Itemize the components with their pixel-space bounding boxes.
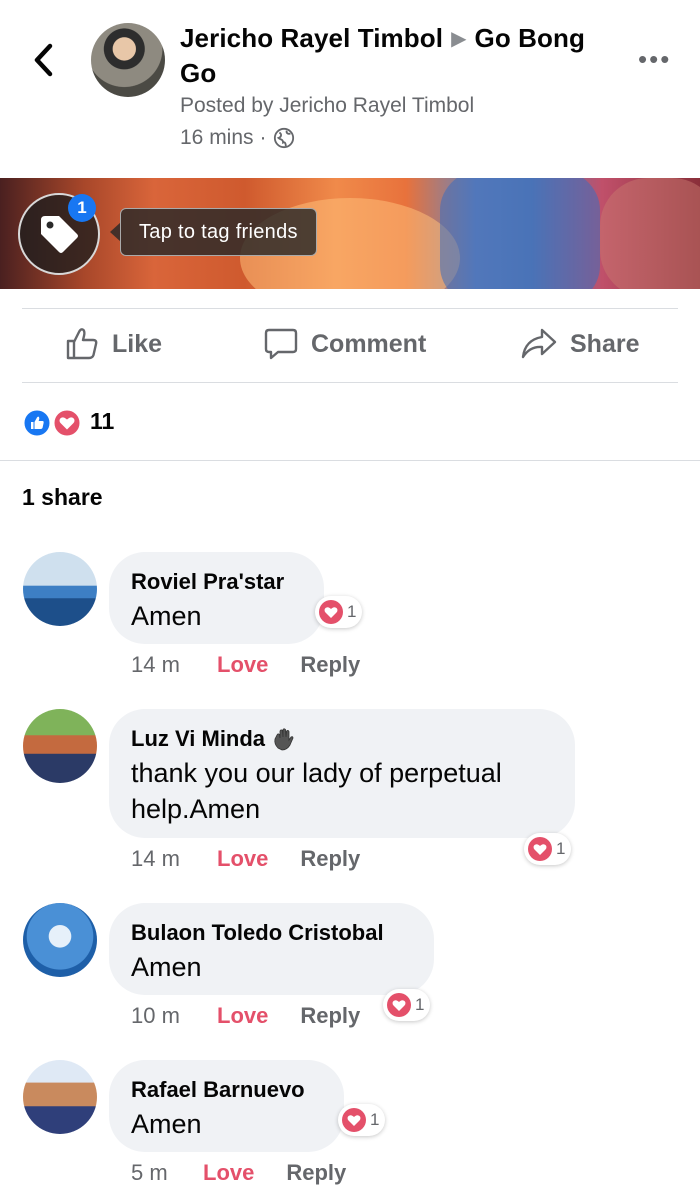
comment-text: Amen — [131, 1109, 202, 1139]
post-image[interactable] — [0, 178, 700, 289]
commenter-name[interactable]: Rafael Barnuevo — [131, 1076, 322, 1104]
comment-reaction[interactable]: 1 — [338, 1104, 386, 1136]
like-label: Like — [112, 329, 163, 358]
tag-count-badge: 1 — [68, 194, 96, 222]
commenter-name[interactable]: Roviel Pra'star — [131, 568, 302, 596]
comment-avatar[interactable] — [23, 1060, 97, 1134]
commenter-name[interactable]: Luz Vi Minda — [131, 725, 553, 753]
love-button[interactable]: Love — [203, 1160, 254, 1186]
comment-bubble[interactable]: Bulaon Toledo Cristobal Amen — [109, 903, 434, 995]
comment-icon — [264, 328, 298, 360]
post-meta: 16 mins · — [180, 126, 295, 150]
love-button[interactable]: Love — [217, 1003, 268, 1029]
share-arrow-icon — [521, 328, 557, 359]
reaction-count[interactable]: 11 — [90, 408, 114, 435]
comment-label: Comment — [311, 329, 427, 358]
comment-actions: 10 m Love Reply — [131, 1003, 360, 1029]
reaction-count: 1 — [556, 839, 566, 858]
reaction-icons[interactable] — [22, 408, 84, 438]
divider — [0, 460, 700, 461]
comment-text: thank you our lady of perpetual help.Ame… — [131, 758, 502, 824]
comment-button[interactable]: Comment — [263, 326, 426, 362]
love-button[interactable]: Love — [217, 652, 268, 678]
reaction-count: 1 — [415, 995, 425, 1014]
comment-time: 14 m — [131, 846, 180, 871]
comment-text: Amen — [131, 952, 202, 982]
commenter-name[interactable]: Bulaon Toledo Cristobal — [131, 919, 412, 947]
share-label: Share — [570, 329, 640, 358]
comment-bubble[interactable]: Roviel Pra'star Amen — [109, 552, 324, 644]
reply-button[interactable]: Reply — [300, 652, 360, 678]
more-options-button[interactable]: ••• — [638, 46, 671, 72]
comment-text: Amen — [131, 601, 202, 631]
comment-actions: 14 m Love Reply — [131, 652, 360, 678]
globe-icon — [273, 127, 294, 149]
comment-avatar[interactable] — [23, 903, 97, 977]
comment-reaction[interactable]: 1 — [524, 833, 572, 865]
waving-hand-icon — [274, 728, 294, 751]
author-name[interactable]: Jericho Rayel Timbol — [180, 23, 443, 53]
reply-button[interactable]: Reply — [286, 1160, 346, 1186]
reaction-count: 1 — [370, 1110, 380, 1129]
comment-avatar[interactable] — [23, 552, 97, 626]
thumbs-up-icon — [66, 328, 98, 360]
separator-dot: · — [259, 126, 267, 149]
commenter-name-text: Luz Vi Minda — [131, 726, 266, 751]
comment-time: 14 m — [131, 652, 180, 677]
tag-friends-tooltip[interactable]: Tap to tag friends — [120, 208, 317, 256]
comment-avatar[interactable] — [23, 709, 97, 783]
comment-bubble[interactable]: Luz Vi Minda thank you our lady of perpe… — [109, 709, 575, 838]
love-reaction-icon — [319, 600, 343, 624]
divider — [22, 382, 678, 383]
comment-actions: 5 m Love Reply — [131, 1160, 346, 1186]
reaction-count: 1 — [347, 602, 357, 621]
comment-time: 10 m — [131, 1003, 180, 1028]
love-button[interactable]: Love — [217, 846, 268, 872]
like-button[interactable]: Like — [64, 326, 162, 362]
arrow-icon: ▶ — [451, 28, 467, 50]
post-title: Jericho Rayel Timbol ▶ Go Bong Go — [180, 22, 620, 89]
post-time[interactable]: 16 mins — [180, 126, 254, 150]
comment-reaction[interactable]: 1 — [315, 596, 363, 628]
chevron-left-icon — [34, 43, 53, 77]
love-reaction-icon — [387, 993, 411, 1017]
love-reaction-icon — [528, 837, 552, 861]
comment-reaction[interactable]: 1 — [383, 989, 431, 1021]
share-count[interactable]: 1 share — [22, 484, 103, 511]
share-button[interactable]: Share — [520, 326, 639, 362]
posted-by: Posted by Jericho Rayel Timbol — [180, 94, 475, 117]
love-reaction-icon — [342, 1108, 366, 1132]
divider — [22, 308, 678, 309]
back-button[interactable] — [28, 40, 64, 80]
reply-button[interactable]: Reply — [300, 846, 360, 872]
comment-bubble[interactable]: Rafael Barnuevo Amen — [109, 1060, 344, 1152]
reply-button[interactable]: Reply — [300, 1003, 360, 1029]
author-avatar[interactable] — [91, 23, 165, 97]
comment-time: 5 m — [131, 1160, 168, 1185]
comment-actions: 14 m Love Reply — [131, 846, 360, 872]
